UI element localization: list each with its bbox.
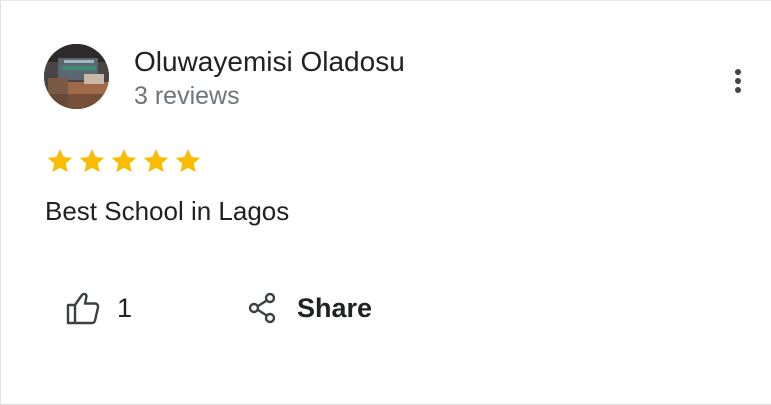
share-icon bbox=[248, 292, 276, 324]
like-count: 1 bbox=[117, 293, 133, 323]
reviewer-avatar[interactable] bbox=[44, 44, 109, 109]
review-card: Oluwayemisi Oladosu 3 reviews Best Schoo… bbox=[0, 0, 771, 405]
star-icon bbox=[111, 149, 137, 173]
reviewer-name[interactable]: Oluwayemisi Oladosu bbox=[134, 45, 405, 79]
review-text: Best School in Lagos bbox=[45, 196, 290, 226]
star-rating bbox=[44, 146, 204, 176]
star-icon bbox=[175, 149, 201, 173]
like-button[interactable]: 1 bbox=[65, 286, 132, 330]
thumbs-up-icon bbox=[66, 292, 100, 325]
more-options-button[interactable] bbox=[725, 65, 751, 97]
more-vertical-icon bbox=[735, 69, 741, 93]
star-icon bbox=[143, 149, 169, 173]
avatar-photo bbox=[44, 44, 109, 109]
star-icon bbox=[47, 149, 73, 173]
share-button[interactable]: Share bbox=[245, 286, 372, 330]
star-icon bbox=[79, 149, 105, 173]
share-label: Share bbox=[297, 293, 373, 323]
reviewer-review-count: 3 reviews bbox=[134, 82, 240, 110]
